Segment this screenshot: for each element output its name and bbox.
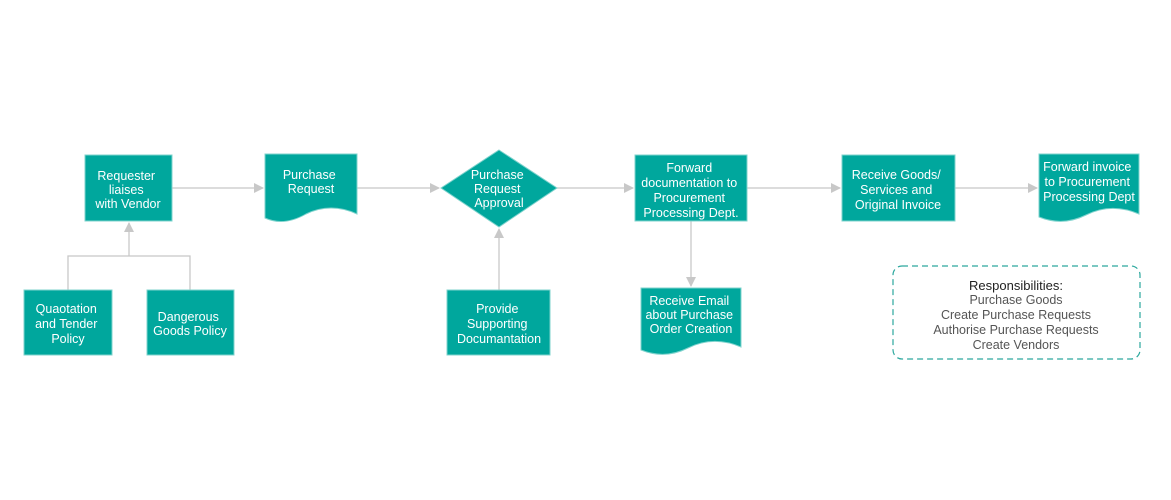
label-receive-goods: Receive Goods/ Services and Original Inv… <box>852 168 944 212</box>
label-forward-invoice: Forward invoice to Procurement Processin… <box>1043 160 1135 204</box>
connector-policies <box>67 255 191 290</box>
label-approval: Purchase Request Approval <box>471 168 527 210</box>
responsibilities-box: Responsibilities: Purchase Goods Create … <box>892 265 1141 360</box>
responsibility-item: Create Purchase Requests <box>941 308 1091 322</box>
label-receive-email: Receive Email about Purchase Order Creat… <box>645 294 736 336</box>
responsibilities-title: Responsibilities: <box>969 278 1063 293</box>
responsibility-item: Purchase Goods <box>969 293 1062 307</box>
label-dangerous: Dangerous Goods Policy <box>153 310 227 338</box>
label-purchase-request: Purchase Request <box>283 168 339 196</box>
responsibility-item: Authorise Purchase Requests <box>933 323 1098 337</box>
responsibility-item: Create Vendors <box>973 338 1060 352</box>
procurement-flowchart: Requester liaises with Vendor Purchase R… <box>23 149 1141 360</box>
